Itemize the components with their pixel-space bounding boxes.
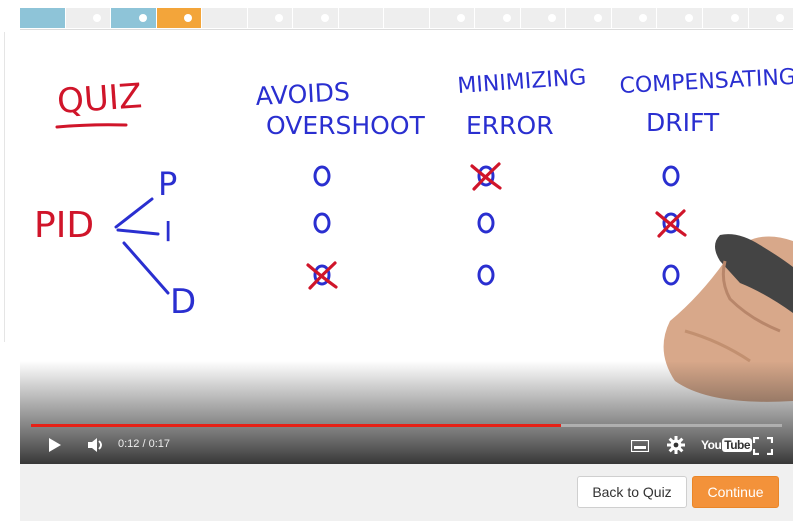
progress-dot	[776, 14, 785, 22]
captions-icon[interactable]	[631, 440, 649, 452]
continue-button[interactable]: Continue	[692, 476, 779, 508]
branch-i-line	[116, 228, 160, 236]
branch-d-label: D	[170, 282, 196, 322]
play-icon[interactable]	[48, 437, 62, 453]
progress-segment[interactable]	[156, 8, 202, 28]
playback-time: 0:12 / 0:17	[118, 438, 170, 450]
answer-circle	[662, 264, 680, 286]
answer-circle	[313, 165, 331, 187]
progress-segment[interactable]	[384, 8, 429, 28]
progress-segment[interactable]	[202, 8, 247, 28]
branch-p-line	[114, 197, 154, 229]
column-header-2-line-2: ERROR	[466, 111, 554, 140]
seek-bar[interactable]	[31, 424, 782, 427]
progress-dot	[93, 14, 102, 22]
column-header-2-line-1: MINIMIZING	[457, 65, 587, 99]
back-to-quiz-button[interactable]: Back to Quiz	[577, 476, 687, 508]
left-divider	[4, 32, 5, 342]
progress-segment[interactable]	[247, 8, 293, 28]
progress-dot	[457, 14, 466, 22]
volume-icon[interactable]	[87, 437, 105, 453]
seek-bar-played	[31, 424, 562, 427]
branch-d-line	[122, 241, 170, 295]
progress-dot	[320, 14, 329, 22]
branch-p-label: P	[158, 165, 177, 203]
answer-circle	[477, 264, 495, 286]
progress-segment[interactable]	[20, 8, 65, 28]
lesson-progress-strip	[20, 8, 794, 28]
progress-segment[interactable]	[611, 8, 657, 28]
progress-dot	[275, 14, 284, 22]
progress-segment[interactable]	[338, 8, 384, 28]
fullscreen-icon[interactable]	[753, 437, 773, 455]
progress-dot	[502, 14, 511, 22]
gear-icon[interactable]	[667, 436, 685, 454]
column-header-1-line-1: AVOIDS	[255, 77, 351, 111]
answer-circle	[477, 212, 495, 234]
branch-i-label: I	[164, 215, 172, 248]
video-player[interactable]: QUIZ AVOIDS OVERSHOOT MINIMIZING ERROR C…	[20, 31, 793, 464]
strip-divider	[20, 29, 793, 30]
progress-segment[interactable]	[475, 8, 520, 28]
column-header-1-line-2: OVERSHOOT	[266, 111, 426, 140]
whiteboard: QUIZ AVOIDS OVERSHOOT MINIMIZING ERROR C…	[20, 65, 793, 464]
progress-segment[interactable]	[702, 8, 748, 28]
column-header-3-line-1: COMPENSATING	[619, 65, 793, 99]
progress-segment[interactable]	[566, 8, 611, 28]
progress-dot	[184, 14, 193, 22]
progress-segment[interactable]	[111, 8, 156, 28]
progress-segment[interactable]	[293, 8, 338, 28]
quiz-label: QUIZ	[56, 76, 144, 122]
answer-circle	[662, 165, 680, 187]
answer-circle	[313, 212, 331, 234]
progress-dot	[730, 14, 739, 22]
progress-dot	[684, 14, 693, 22]
progress-segment[interactable]	[65, 8, 111, 28]
progress-dot	[548, 14, 557, 22]
progress-segment[interactable]	[520, 8, 566, 28]
answer-marks	[306, 162, 687, 290]
progress-dot	[138, 14, 147, 22]
pid-label: PID	[34, 205, 94, 246]
progress-dot	[639, 14, 648, 22]
column-header-3-line-2: DRIFT	[646, 108, 720, 137]
youtube-logo-tube: Tube	[722, 438, 753, 452]
youtube-logo[interactable]: You Tube	[701, 438, 753, 452]
progress-segment[interactable]	[748, 8, 794, 28]
progress-dot	[593, 14, 602, 22]
youtube-logo-you: You	[701, 438, 722, 452]
quiz-underline	[55, 123, 128, 129]
progress-segment[interactable]	[429, 8, 475, 28]
progress-segment[interactable]	[657, 8, 702, 28]
